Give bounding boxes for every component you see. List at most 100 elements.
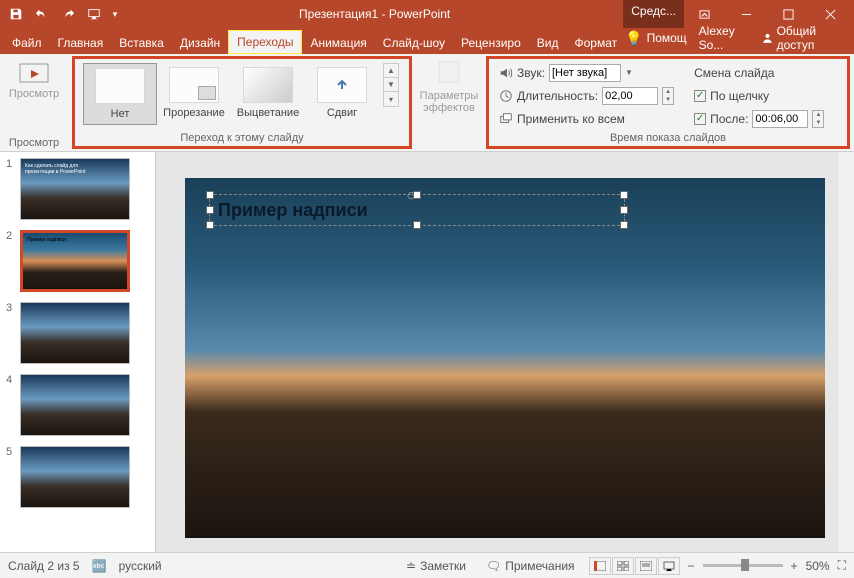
tab-view[interactable]: Вид [529, 32, 567, 54]
resize-handle[interactable] [620, 206, 628, 214]
tab-animation[interactable]: Анимация [302, 32, 374, 54]
after-spinner[interactable]: ▲▼ [812, 110, 824, 128]
ribbon: Просмотр Просмотр Нет Прорезание Выцвета… [0, 54, 854, 152]
resize-handle[interactable] [206, 206, 214, 214]
vertical-scrollbar[interactable] [838, 152, 854, 552]
tab-design[interactable]: Дизайн [172, 32, 228, 54]
duration-label: Длительность: [517, 89, 598, 103]
reading-view-button[interactable] [635, 557, 657, 575]
zoom-out-button[interactable]: − [688, 559, 695, 573]
save-button[interactable] [4, 2, 28, 26]
on-click-checkbox[interactable]: ✓ [694, 90, 706, 102]
preview-button[interactable]: Просмотр [4, 58, 64, 100]
resize-handle[interactable] [620, 221, 628, 229]
sound-select[interactable] [549, 64, 621, 82]
duration-input[interactable] [602, 87, 658, 105]
tab-file[interactable]: Файл [4, 32, 50, 54]
slide-sorter-button[interactable] [612, 557, 634, 575]
workspace: 1Как сделать слайд дляпрезентации в Powe… [0, 152, 854, 552]
tab-format[interactable]: Формат [566, 32, 625, 54]
transition-fade-thumb [243, 67, 293, 103]
transition-cut-label: Прорезание [163, 107, 225, 119]
slide-canvas[interactable]: ⟳ Пример надписи [185, 178, 825, 538]
help-icon[interactable]: 💡 [625, 30, 642, 47]
thumb-num: 2 [6, 230, 16, 292]
text-box-content[interactable]: Пример надписи [218, 200, 368, 221]
thumb-num: 4 [6, 374, 16, 436]
resize-handle[interactable] [413, 221, 421, 229]
zoom-value[interactable]: 50% [806, 559, 830, 573]
slide-count-label: Слайд 2 из 5 [8, 559, 80, 573]
effect-options-label: Параметры эффектов [416, 90, 482, 114]
preview-label: Просмотр [9, 88, 59, 100]
apply-all-button[interactable]: Применить ко всем [517, 112, 625, 126]
redo-button[interactable] [56, 2, 80, 26]
zoom-slider[interactable] [703, 564, 783, 567]
transition-fade-label: Выцветание [237, 107, 299, 119]
slide-canvas-area[interactable]: ⟳ Пример надписи [156, 152, 854, 552]
effect-options-button: Параметры эффектов [416, 54, 482, 151]
slideshow-view-button[interactable] [658, 557, 680, 575]
view-buttons [589, 557, 680, 575]
after-input[interactable] [752, 110, 808, 128]
slide-thumbnail-5[interactable] [20, 446, 130, 508]
thumb-num: 3 [6, 302, 16, 364]
transition-none[interactable]: Нет [83, 63, 157, 125]
transition-push[interactable]: Сдвиг [305, 63, 379, 123]
undo-button[interactable] [30, 2, 54, 26]
window-title: Презентация1 - PowerPoint [126, 7, 623, 21]
slide-thumbnails-panel: 1Как сделать слайд дляпрезентации в Powe… [0, 152, 156, 552]
start-slideshow-button[interactable] [82, 2, 106, 26]
after-checkbox[interactable]: ✓ [694, 113, 706, 125]
sound-label: Звук: [517, 66, 545, 80]
resize-handle[interactable] [206, 191, 214, 199]
slide-thumbnail-1[interactable]: Как сделать слайд дляпрезентации в Power… [20, 158, 130, 220]
tab-transitions[interactable]: Переходы [228, 30, 302, 54]
notes-button[interactable]: ≐ Заметки [400, 557, 472, 575]
user-label[interactable]: Alexey So... [699, 24, 750, 52]
slide-thumbnail-4[interactable] [20, 374, 130, 436]
spellcheck-icon[interactable]: 🔤 [92, 559, 107, 573]
thumb-num: 5 [6, 446, 16, 508]
group-label-timing: Время показа слайдов [489, 132, 847, 144]
duration-spinner[interactable]: ▲▼ [662, 87, 674, 105]
transition-fade[interactable]: Выцветание [231, 63, 305, 123]
gallery-up-button[interactable]: ▲ [384, 64, 398, 78]
clock-icon [499, 89, 513, 103]
tab-insert[interactable]: Вставка [111, 32, 172, 54]
language-label[interactable]: русский [119, 559, 162, 573]
transition-cut[interactable]: Прорезание [157, 63, 231, 123]
gallery-more-button[interactable]: ▾ [384, 92, 398, 106]
transition-none-label: Нет [111, 108, 130, 120]
sound-icon [499, 66, 513, 80]
resize-handle[interactable] [206, 221, 214, 229]
fit-to-window-button[interactable]: ⛶ [838, 558, 846, 573]
normal-view-button[interactable] [589, 557, 611, 575]
comments-button[interactable]: 🗨 Примечания [480, 557, 581, 575]
quick-access-toolbar: ▾ [0, 2, 126, 26]
apply-all-icon [499, 112, 513, 126]
resize-handle[interactable] [413, 191, 421, 199]
gallery-down-button[interactable]: ▼ [384, 78, 398, 92]
tab-home[interactable]: Главная [50, 32, 112, 54]
text-box[interactable]: ⟳ Пример надписи [209, 194, 625, 226]
group-label-preview: Просмотр [0, 137, 68, 149]
on-click-label: По щелчку [710, 89, 769, 103]
slide-thumbnail-2[interactable]: Пример надписи [20, 230, 130, 292]
transition-push-thumb [317, 67, 367, 103]
qat-more-button[interactable]: ▾ [108, 2, 122, 26]
tab-review[interactable]: Рецензиро [453, 32, 529, 54]
ribbon-tabs: Файл Главная Вставка Дизайн Переходы Ани… [0, 28, 854, 54]
zoom-in-button[interactable]: + [791, 559, 798, 573]
share-label: Общий доступ [777, 24, 840, 52]
slide-thumbnail-3[interactable] [20, 302, 130, 364]
tell-me-label[interactable]: Помощ [647, 31, 687, 45]
transition-push-label: Сдвиг [327, 107, 357, 119]
thumb-num: 1 [6, 158, 16, 220]
share-button[interactable]: Общий доступ [754, 22, 848, 54]
group-preview: Просмотр Просмотр [0, 54, 68, 151]
tab-slideshow[interactable]: Слайд-шоу [375, 32, 453, 54]
sound-dropdown-icon[interactable]: ▼ [625, 68, 633, 77]
group-timing: Звук: ▼ Длительность: ▲▼ Применить ко вс… [486, 56, 850, 149]
resize-handle[interactable] [620, 191, 628, 199]
